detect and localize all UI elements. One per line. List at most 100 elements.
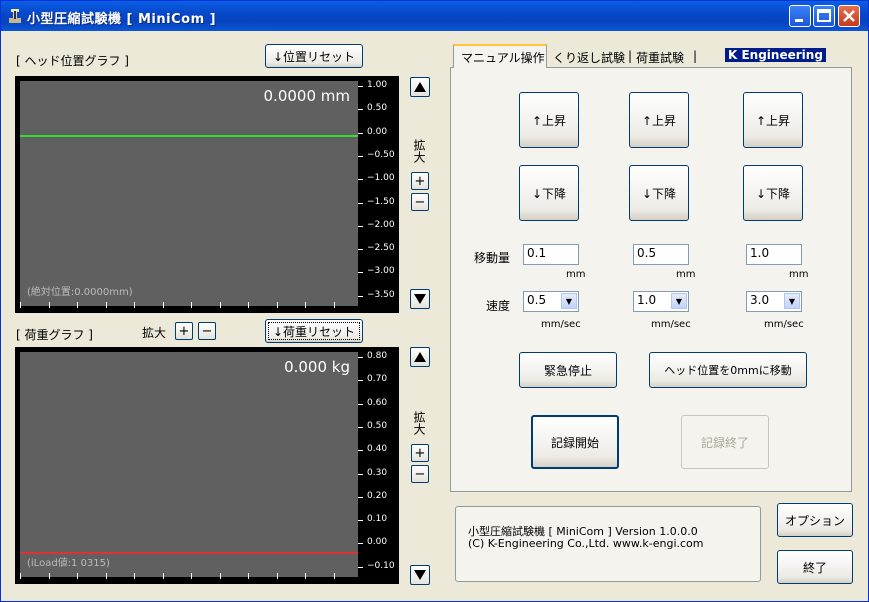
head-y-tick: [358, 132, 363, 134]
head-x-tick: [333, 302, 335, 308]
triangle-up-icon: [414, 352, 426, 362]
position-reset-button[interactable]: ↓位置リセット: [265, 44, 363, 68]
maximize-button[interactable]: [813, 5, 835, 27]
load-y-tick: [358, 426, 363, 428]
head-y-tick: [358, 155, 363, 157]
head-y-tick: [358, 109, 363, 111]
head-x-tick: [48, 302, 50, 308]
up-button-1[interactable]: ↑上昇: [519, 92, 579, 148]
down-button-3[interactable]: ↓下降: [743, 165, 803, 221]
load-zoom-out-button[interactable]: −: [198, 322, 216, 340]
load-readout: 0.000 kg: [284, 358, 350, 376]
load-x-tick: [48, 573, 50, 579]
speed-unit-2: mm/sec: [651, 319, 691, 330]
tab-manual[interactable]: マニュアル操作: [453, 44, 547, 68]
load-y-tick: [358, 380, 363, 382]
load-x-tick: [162, 573, 164, 579]
load-y-tick-label: 0.30: [367, 467, 388, 478]
load-y-tick-label: 0.10: [367, 514, 388, 525]
load-vertical-zoom-label: 拡大: [412, 411, 426, 435]
speed-select-1[interactable]: 0.5 ▼: [523, 291, 579, 312]
move-to-zero-button[interactable]: ヘッド位置を0mmに移動: [649, 352, 807, 388]
down-button-1[interactable]: ↓下降: [519, 165, 579, 221]
load-x-tick: [191, 573, 192, 579]
load-x-tick: [333, 573, 335, 579]
minimize-button[interactable]: [789, 5, 811, 27]
up-button-3[interactable]: ↑上昇: [743, 92, 803, 148]
load-y-tick-label: 0.60: [367, 397, 388, 408]
dropdown-arrow-icon[interactable]: ▼: [671, 293, 687, 309]
company-logo: K Engineering: [725, 48, 826, 62]
load-x-tick: [77, 573, 78, 579]
load-x-tick: [305, 573, 306, 579]
speed-value-3: 3.0: [750, 293, 770, 307]
load-x-tick: [20, 573, 21, 579]
close-button[interactable]: [838, 5, 860, 27]
head-x-tick: [248, 302, 249, 308]
load-y-tick: [358, 357, 363, 358]
move-amount-input-1[interactable]: 0.1: [523, 244, 579, 265]
load-y-tick-label: 0.00: [367, 537, 388, 548]
tab-repeat[interactable]: くり返し試験: [553, 49, 625, 66]
head-x-tick: [77, 302, 78, 308]
speed-unit-3: mm/sec: [764, 319, 804, 330]
head-y-tick-label: 0.50: [367, 103, 388, 114]
head-y-tick: [358, 225, 363, 227]
head-y-tick: [358, 202, 363, 204]
head-absolute-position: (絶対位置:0.0000mm): [27, 287, 133, 298]
dropdown-arrow-icon[interactable]: ▼: [784, 293, 800, 309]
load-scroll-down-button[interactable]: [410, 565, 430, 585]
load-vzoom-in-button[interactable]: +: [411, 444, 429, 462]
head-x-tick: [305, 302, 306, 308]
load-reset-button[interactable]: ↓荷重リセット: [265, 319, 363, 343]
down-button-2[interactable]: ↓下降: [629, 165, 689, 221]
speed-select-3[interactable]: 3.0 ▼: [746, 291, 802, 312]
head-y-tick-label: −0.50: [367, 149, 395, 160]
title-bar[interactable]: 小型圧縮試験機 [ MiniCom ]: [1, 1, 868, 31]
load-x-tick: [134, 573, 135, 579]
version-info-box: 小型圧縮試験機 [ MiniCom ] Version 1.0.0.0 (C) …: [455, 506, 761, 582]
move-unit-2: mm: [676, 269, 696, 280]
emergency-stop-button[interactable]: 緊急停止: [519, 352, 617, 388]
minimize-icon: [795, 19, 803, 22]
speed-select-2[interactable]: 1.0 ▼: [633, 291, 689, 312]
head-zoom-out-button[interactable]: −: [411, 193, 429, 211]
head-scroll-down-button[interactable]: [410, 289, 430, 309]
load-y-tick-label: −0.10: [367, 560, 395, 571]
options-button[interactable]: オプション: [777, 503, 853, 537]
head-x-tick: [162, 302, 164, 308]
move-amount-input-3[interactable]: 1.0: [746, 244, 802, 265]
load-scroll-up-button[interactable]: [410, 347, 430, 367]
load-vzoom-out-button[interactable]: −: [411, 465, 429, 483]
exit-button[interactable]: 終了: [777, 550, 853, 584]
load-y-tick: [358, 450, 363, 452]
head-y-tick: [358, 295, 363, 297]
head-y-tick-label: −1.00: [367, 173, 395, 184]
tab-load[interactable]: 荷重試験: [636, 49, 684, 66]
up-button-2[interactable]: ↑上昇: [629, 92, 689, 148]
record-end-button[interactable]: 記録終了: [681, 415, 769, 469]
load-raw-value: (iLoad値:1 0315): [27, 558, 110, 569]
head-x-tick: [105, 302, 107, 308]
head-scroll-up-button[interactable]: [410, 77, 430, 97]
app-window: 小型圧縮試験機 [ MiniCom ] [ ヘッド位置グラフ ] ↓位置リセット…: [0, 0, 869, 602]
head-zoom-in-button[interactable]: +: [411, 172, 429, 190]
triangle-down-icon: [414, 294, 426, 304]
load-zoom-label: 拡大: [142, 326, 167, 340]
head-y-tick: [358, 272, 363, 274]
load-y-tick: [358, 566, 363, 568]
move-amount-input-2[interactable]: 0.5: [633, 244, 689, 265]
load-x-tick: [276, 573, 278, 579]
load-y-tick-label: 0.20: [367, 490, 388, 501]
load-y-tick: [358, 403, 363, 405]
head-x-tick: [191, 302, 192, 308]
head-y-tick: [358, 249, 363, 251]
dropdown-arrow-icon[interactable]: ▼: [561, 293, 577, 309]
load-zoom-in-button[interactable]: +: [175, 322, 193, 340]
head-graph-label: [ ヘッド位置グラフ ]: [16, 54, 129, 68]
head-zoom-label: 拡大: [412, 139, 426, 163]
record-start-button[interactable]: 記録開始: [531, 415, 619, 469]
app-icon: [9, 9, 21, 23]
head-x-tick: [276, 302, 278, 308]
head-y-tick: [358, 86, 363, 87]
